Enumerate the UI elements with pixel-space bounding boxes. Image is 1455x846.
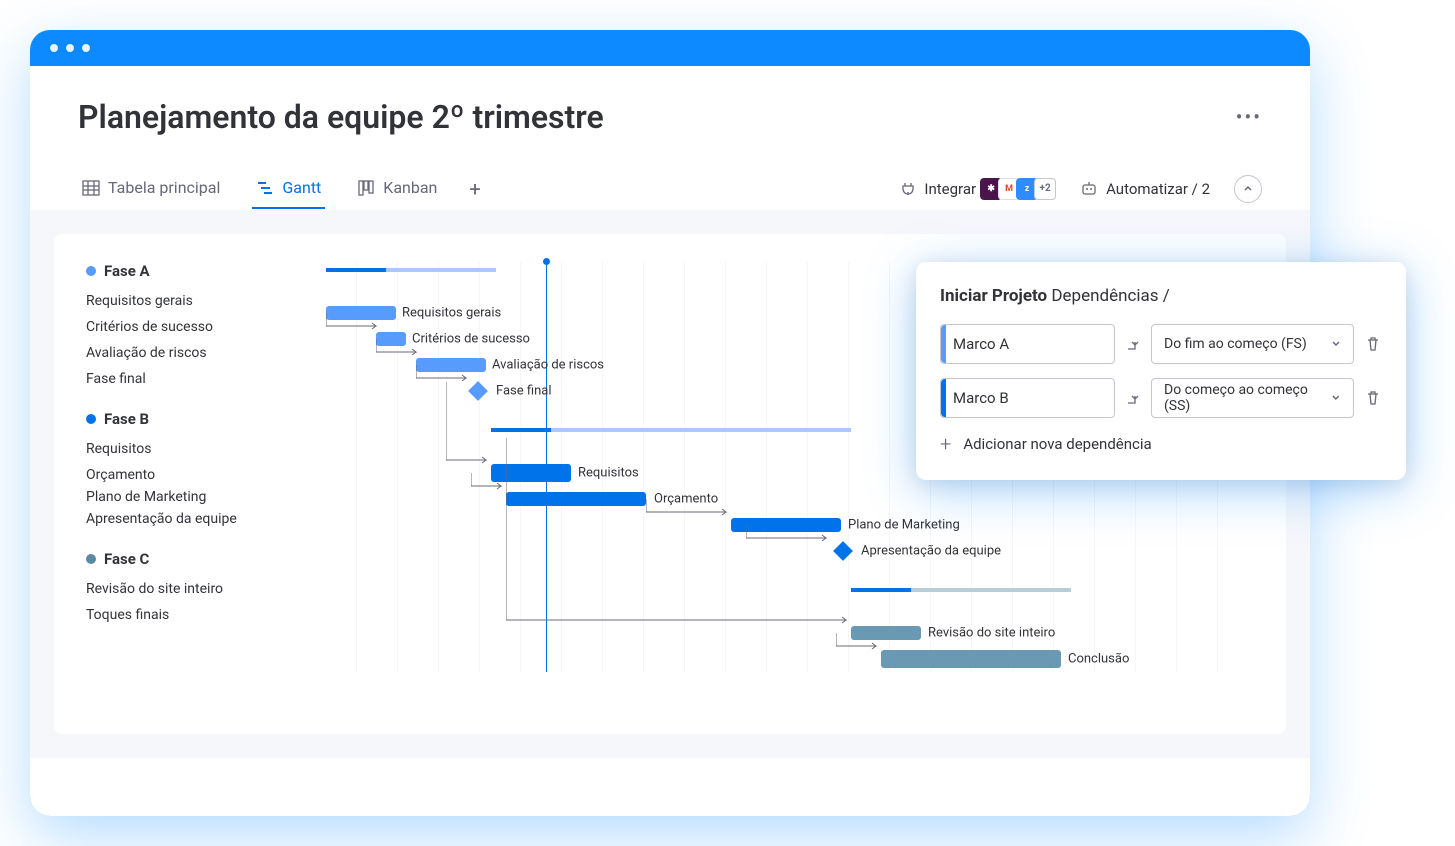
- gantt-bar[interactable]: [326, 306, 396, 320]
- task-name[interactable]: Critérios de sucesso: [86, 314, 316, 340]
- delete-dependency-button[interactable]: [1364, 389, 1382, 407]
- phase-summary-bar: [491, 428, 851, 432]
- automate-label: Automatizar / 2: [1106, 180, 1210, 198]
- milestone-icon[interactable]: [833, 541, 853, 561]
- task-name[interactable]: Revisão do site inteiro: [86, 576, 316, 602]
- dependency-link-icon: [1125, 390, 1141, 406]
- gantt-bar-label: Apresentação da equipe: [861, 544, 1001, 559]
- app-window: Planejamento da equipe 2º trimestre ••• …: [30, 66, 1310, 816]
- gantt-bar[interactable]: [881, 650, 1061, 668]
- tab-kanban[interactable]: Kanban: [353, 168, 441, 209]
- gantt-icon: [256, 179, 274, 197]
- task-name[interactable]: Toques finais: [86, 602, 316, 628]
- dependency-row: Marco B Do começo ao começo (SS): [940, 378, 1382, 418]
- gantt-bar[interactable]: [491, 464, 571, 482]
- gantt-bar[interactable]: [416, 358, 486, 372]
- page-title: Planejamento da equipe 2º trimestre: [78, 98, 604, 136]
- tab-main-table[interactable]: Tabela principal: [78, 168, 224, 209]
- header: Planejamento da equipe 2º trimestre ••• …: [30, 66, 1310, 210]
- tab-label: Tabela principal: [108, 178, 220, 197]
- dependency-type-label: Do começo ao começo (SS): [1164, 382, 1331, 414]
- phase-summary-bar: [326, 268, 496, 272]
- gantt-bar[interactable]: [376, 332, 406, 346]
- integrate-label: Integrar: [924, 180, 976, 198]
- task-name[interactable]: Plano de Marketing: [86, 488, 316, 506]
- plus-icon: +: [940, 432, 951, 456]
- window-dot: [66, 44, 74, 52]
- phase-name: Fase A: [104, 262, 150, 280]
- task-name[interactable]: Avaliação de riscos: [86, 340, 316, 366]
- kanban-icon: [357, 179, 375, 197]
- plug-icon: [900, 181, 916, 197]
- window-dot: [82, 44, 90, 52]
- tab-label: Kanban: [383, 178, 437, 197]
- add-dependency-label: Adicionar nova dependência: [963, 435, 1151, 453]
- dependencies-panel: Iniciar Projeto Dependências / Marco A D…: [916, 262, 1406, 480]
- add-dependency-button[interactable]: + Adicionar nova dependência: [940, 432, 1382, 456]
- gantt-bar-label: Requisitos: [578, 466, 639, 481]
- gantt-bar-label: Critérios de sucesso: [412, 332, 530, 347]
- task-name[interactable]: Fase final: [86, 366, 316, 392]
- dependency-task-select[interactable]: Marco A: [940, 324, 1115, 364]
- dependency-row: Marco A Do fim ao começo (FS): [940, 324, 1382, 364]
- delete-dependency-button[interactable]: [1364, 335, 1382, 353]
- gantt-panel: Fase A Requisitos gerais Critérios de su…: [54, 234, 1286, 734]
- automate-button[interactable]: Automatizar / 2: [1080, 180, 1210, 198]
- phase-header-b[interactable]: Fase B: [86, 410, 316, 428]
- dependency-task-select[interactable]: Marco B: [940, 378, 1115, 418]
- gantt-bar-label: Revisão do site inteiro: [928, 626, 1055, 641]
- tab-gantt[interactable]: Gantt: [252, 168, 325, 209]
- dependency-link-icon: [1125, 336, 1141, 352]
- phase-header-a[interactable]: Fase A: [86, 262, 316, 280]
- collapse-button[interactable]: [1234, 175, 1262, 203]
- window-dot: [50, 44, 58, 52]
- view-tabs: Tabela principal Gantt Kanban +: [78, 168, 1262, 210]
- gantt-bar-label: Requisitos gerais: [402, 306, 501, 321]
- more-integrations-badge: +2: [1034, 178, 1056, 200]
- gantt-task-list: Fase A Requisitos gerais Critérios de su…: [86, 262, 316, 672]
- gantt-bar-label: Avaliação de riscos: [492, 358, 604, 373]
- task-name[interactable]: Orçamento: [86, 462, 316, 488]
- gantt-bar[interactable]: [731, 518, 841, 532]
- browser-titlebar: [30, 30, 1310, 66]
- integrate-button[interactable]: Integrar ✱ M z +2: [900, 178, 1056, 200]
- dependency-type-select[interactable]: Do começo ao começo (SS): [1151, 378, 1354, 418]
- dependencies-title: Iniciar Projeto Dependências /: [940, 286, 1382, 306]
- more-menu-button[interactable]: •••: [1236, 105, 1262, 129]
- dependency-type-select[interactable]: Do fim ao começo (FS): [1151, 324, 1354, 364]
- content-area: Fase A Requisitos gerais Critérios de su…: [30, 210, 1310, 758]
- phase-name: Fase B: [104, 410, 149, 428]
- add-view-button[interactable]: +: [469, 177, 480, 201]
- chevron-down-icon: [1331, 393, 1341, 403]
- table-icon: [82, 179, 100, 197]
- dependency-task-label: Marco A: [953, 335, 1009, 353]
- milestone-icon[interactable]: [468, 381, 488, 401]
- integration-icons: ✱ M z +2: [984, 178, 1056, 200]
- gantt-bar[interactable]: [506, 492, 646, 506]
- chevron-down-icon: [1331, 339, 1341, 349]
- phase-dot-icon: [86, 414, 96, 424]
- browser-frame: Planejamento da equipe 2º trimestre ••• …: [30, 30, 1310, 816]
- gantt-bar[interactable]: [851, 626, 921, 640]
- task-name[interactable]: Requisitos gerais: [86, 288, 316, 314]
- gantt-bar-label: Fase final: [496, 384, 552, 399]
- gantt-bar-label: Plano de Marketing: [848, 518, 960, 533]
- tab-label: Gantt: [282, 178, 321, 197]
- phase-dot-icon: [86, 554, 96, 564]
- dependency-task-label: Marco B: [953, 389, 1009, 407]
- task-name[interactable]: Requisitos: [86, 436, 316, 462]
- phase-dot-icon: [86, 266, 96, 276]
- phase-name: Fase C: [104, 550, 149, 568]
- task-name[interactable]: Apresentação da equipe: [86, 506, 316, 532]
- gantt-bar-label: Orçamento: [654, 492, 718, 507]
- robot-icon: [1080, 181, 1098, 197]
- phase-header-c[interactable]: Fase C: [86, 550, 316, 568]
- dependency-type-label: Do fim ao começo (FS): [1164, 336, 1307, 352]
- phase-summary-bar: [851, 588, 1071, 592]
- gantt-bar-label: Conclusão: [1068, 652, 1129, 667]
